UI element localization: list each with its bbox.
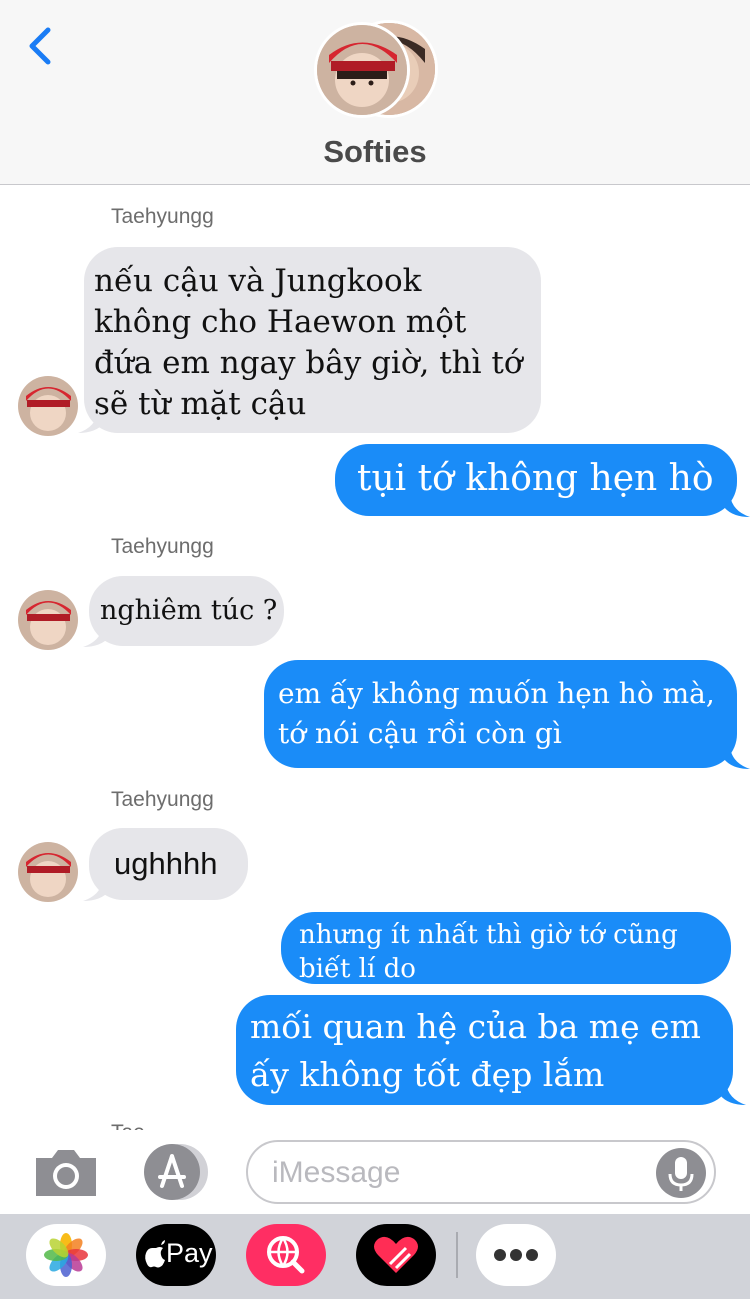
incoming-message[interactable]: ughhhh (89, 828, 248, 900)
back-button[interactable] (22, 22, 62, 70)
bubble-tail (83, 625, 109, 647)
sender-name: Taehyungg (111, 535, 214, 558)
message-thread[interactable]: Taehyungg nếu cậu và Jungkook không cho … (0, 185, 750, 1130)
bubble-tail (720, 1083, 746, 1105)
message-input[interactable]: iMessage (246, 1140, 716, 1204)
group-avatar[interactable] (314, 20, 438, 120)
drawer-divider (456, 1232, 458, 1278)
message-input-placeholder: iMessage (272, 1156, 401, 1189)
outgoing-message[interactable]: nhưng ít nhất thì giờ tớ cũng biết lí do (281, 912, 731, 984)
outgoing-message[interactable]: em ấy không muốn hẹn hò mà, tớ nói cậu r… (264, 660, 737, 768)
sender-name: Tae (111, 1121, 145, 1130)
apple-pay-label: Pay (166, 1238, 213, 1268)
avatar (18, 376, 78, 436)
message-text: nhưng ít nhất thì giờ tớ cũng biết lí do (299, 920, 678, 984)
incoming-message[interactable]: nếu cậu và Jungkook không cho Haewon một… (84, 247, 541, 433)
conversation-header: Softies (0, 0, 750, 185)
outgoing-message[interactable]: tụi tớ không hẹn hò (335, 444, 737, 516)
composer-bar: iMessage (0, 1130, 750, 1214)
bubble-tail (724, 495, 750, 517)
bubble-tail (724, 747, 750, 769)
app-store-icon (144, 1144, 208, 1200)
more-apps-button[interactable] (476, 1224, 556, 1286)
photos-icon (44, 1233, 88, 1277)
photos-app-button[interactable] (26, 1224, 106, 1286)
app-drawer: Pay (0, 1214, 750, 1299)
message-text: ughhhh (114, 846, 218, 881)
image-search-button[interactable] (246, 1224, 326, 1286)
message-text: mối quan hệ của ba mẹ em ấy không tốt đẹ… (250, 1007, 701, 1094)
message-text: tụi tớ không hẹn hò (357, 458, 714, 499)
microphone-icon (668, 1157, 694, 1191)
message-text: em ấy không muốn hẹn hò mà, tớ nói cậu r… (278, 677, 715, 750)
conversation-title[interactable]: Softies (0, 134, 750, 170)
outgoing-message[interactable]: mối quan hệ của ba mẹ em ấy không tốt đẹ… (236, 995, 733, 1105)
avatar (18, 842, 78, 902)
incoming-message[interactable]: nghiêm túc ? (89, 576, 284, 646)
app-store-button[interactable] (140, 1142, 212, 1202)
globe-search-icon (267, 1236, 305, 1274)
apple-pay-button[interactable]: Pay (136, 1224, 216, 1286)
sender-name: Taehyungg (111, 205, 214, 228)
camera-button[interactable] (32, 1144, 100, 1200)
bubble-tail (78, 411, 104, 433)
avatar (314, 22, 410, 118)
apple-icon (145, 1240, 165, 1268)
more-icon (494, 1249, 538, 1261)
digital-touch-button[interactable] (356, 1224, 436, 1286)
message-text: nghiêm túc ? (100, 595, 278, 626)
bubble-tail (83, 879, 109, 901)
chevron-left-icon (29, 27, 51, 65)
heart-icon (374, 1236, 418, 1273)
message-text: nếu cậu và Jungkook không cho Haewon một… (94, 263, 523, 422)
sender-name: Taehyungg (111, 788, 214, 811)
avatar (18, 590, 78, 650)
camera-icon (36, 1150, 96, 1196)
microphone-button[interactable] (656, 1148, 706, 1198)
